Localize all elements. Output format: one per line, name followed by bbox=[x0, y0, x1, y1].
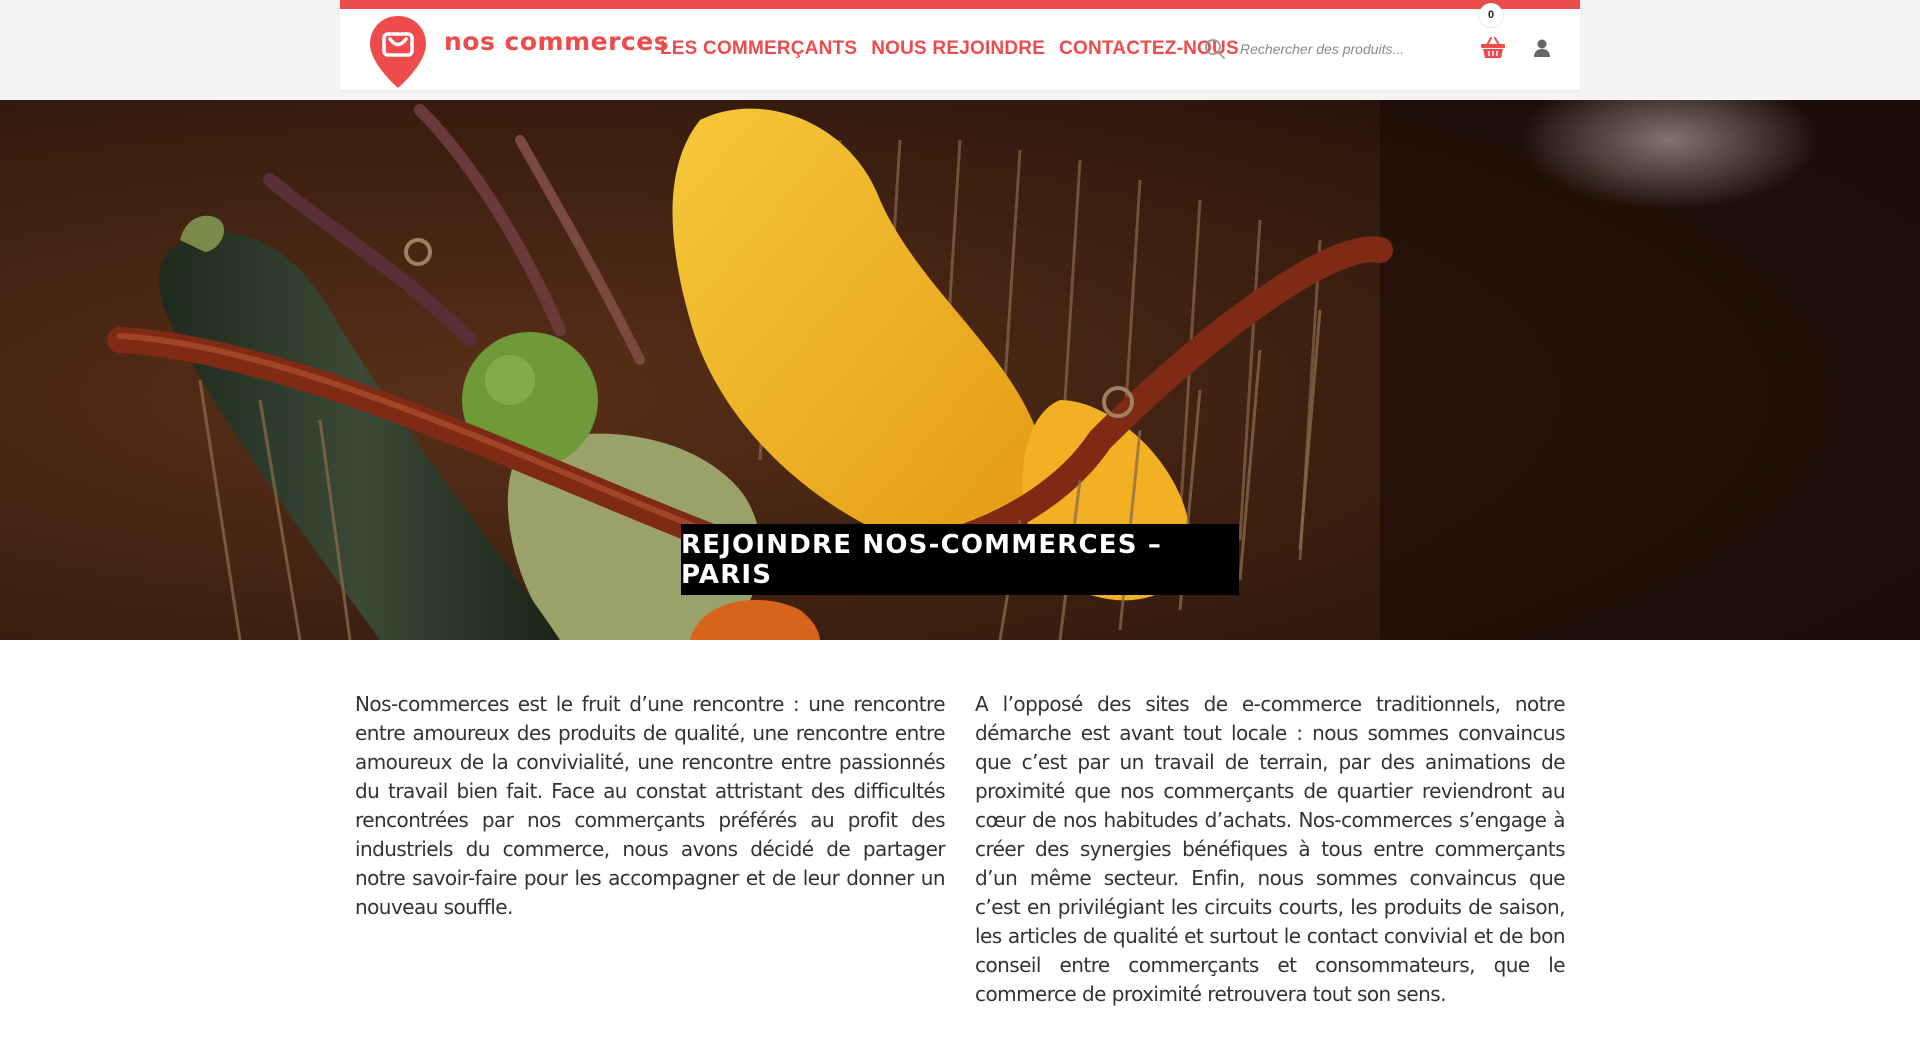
search-box bbox=[1204, 38, 1422, 60]
nav-item-les-commercants[interactable]: LES COMMERÇANTS bbox=[660, 38, 857, 60]
map-pin-shopping-bag-icon bbox=[370, 16, 426, 88]
intro-paragraph-right: A l’opposé des sites de e-commerce tradi… bbox=[975, 692, 1566, 1006]
site-header: nos commerces LES COMMERÇANTS NOUS REJOI… bbox=[340, 0, 1580, 90]
nav-item-nous-rejoindre[interactable]: NOUS REJOINDRE bbox=[871, 38, 1045, 60]
header-accent-bar bbox=[340, 0, 1580, 9]
page-title: REJOINDRE NOS-COMMERCES – PARIS bbox=[681, 524, 1239, 595]
cart-button[interactable] bbox=[1480, 36, 1506, 65]
home-logo-link[interactable]: nos commerces bbox=[368, 14, 669, 90]
main-navigation: LES COMMERÇANTS NOUS REJOINDRE CONTACTEZ… bbox=[660, 38, 1239, 60]
user-icon bbox=[1534, 39, 1550, 57]
search-icon[interactable] bbox=[1204, 38, 1226, 60]
hero-banner: REJOINDRE NOS-COMMERCES – PARIS bbox=[0, 100, 1920, 640]
search-input[interactable] bbox=[1238, 40, 1422, 58]
cart-count-badge: 0 bbox=[1479, 3, 1503, 27]
brand-name: nos commerces bbox=[444, 26, 670, 56]
account-button[interactable] bbox=[1532, 38, 1552, 63]
shopping-basket-icon bbox=[1481, 37, 1505, 58]
intro-paragraph-left: Nos-commerces est le fruit d’une rencont… bbox=[355, 692, 946, 919]
